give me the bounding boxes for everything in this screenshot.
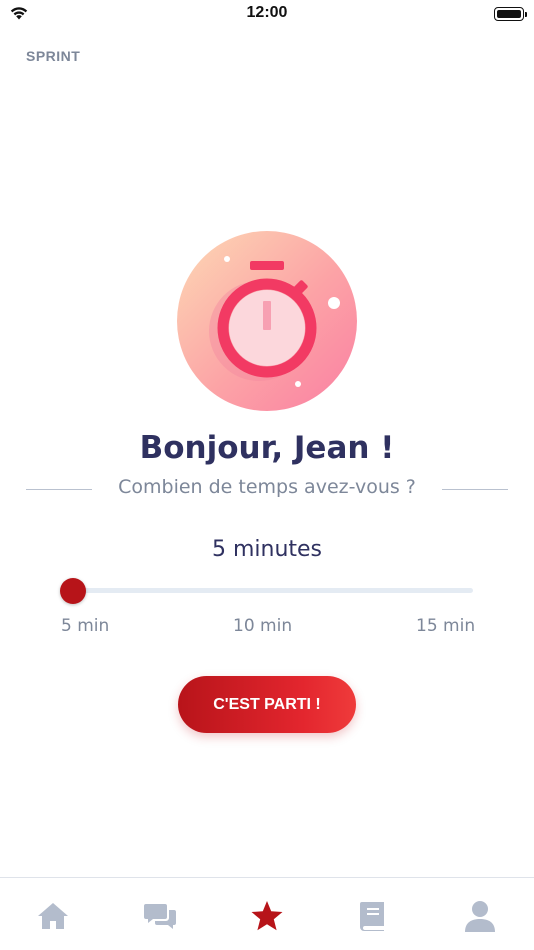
page-label: SPRINT — [26, 48, 81, 64]
question-row: Combien de temps avez-vous ? — [26, 476, 508, 502]
status-bar: 12:00 — [0, 0, 534, 28]
duration-slider-track[interactable] — [73, 588, 473, 593]
profile-icon — [465, 901, 495, 932]
tab-home[interactable] — [33, 896, 73, 936]
slider-label-max: 15 min — [416, 616, 476, 636]
slider-label-mid: 10 min — [233, 616, 293, 636]
question-text: Combien de temps avez-vous ? — [118, 476, 416, 498]
chat-icon — [144, 904, 176, 929]
tab-sprint[interactable] — [247, 896, 287, 936]
greeting-title: Bonjour, Jean ! — [139, 430, 395, 466]
stopwatch-illustration — [177, 231, 357, 411]
tab-bar — [0, 877, 534, 950]
slider-labels: 5 min 10 min 15 min — [0, 616, 534, 638]
start-button[interactable]: C'EST PARTI ! — [178, 676, 356, 733]
home-icon — [38, 903, 68, 929]
tab-chat[interactable] — [140, 896, 180, 936]
selected-duration: 5 minutes — [211, 537, 323, 562]
status-time: 12:00 — [246, 4, 288, 21]
book-icon — [360, 902, 384, 931]
tab-library[interactable] — [353, 896, 393, 936]
duration-slider-thumb[interactable] — [60, 578, 86, 604]
slider-label-min: 5 min — [61, 616, 110, 636]
star-icon — [251, 901, 283, 931]
tab-profile[interactable] — [460, 896, 500, 936]
battery-icon — [494, 7, 527, 21]
divider-right — [442, 489, 508, 490]
